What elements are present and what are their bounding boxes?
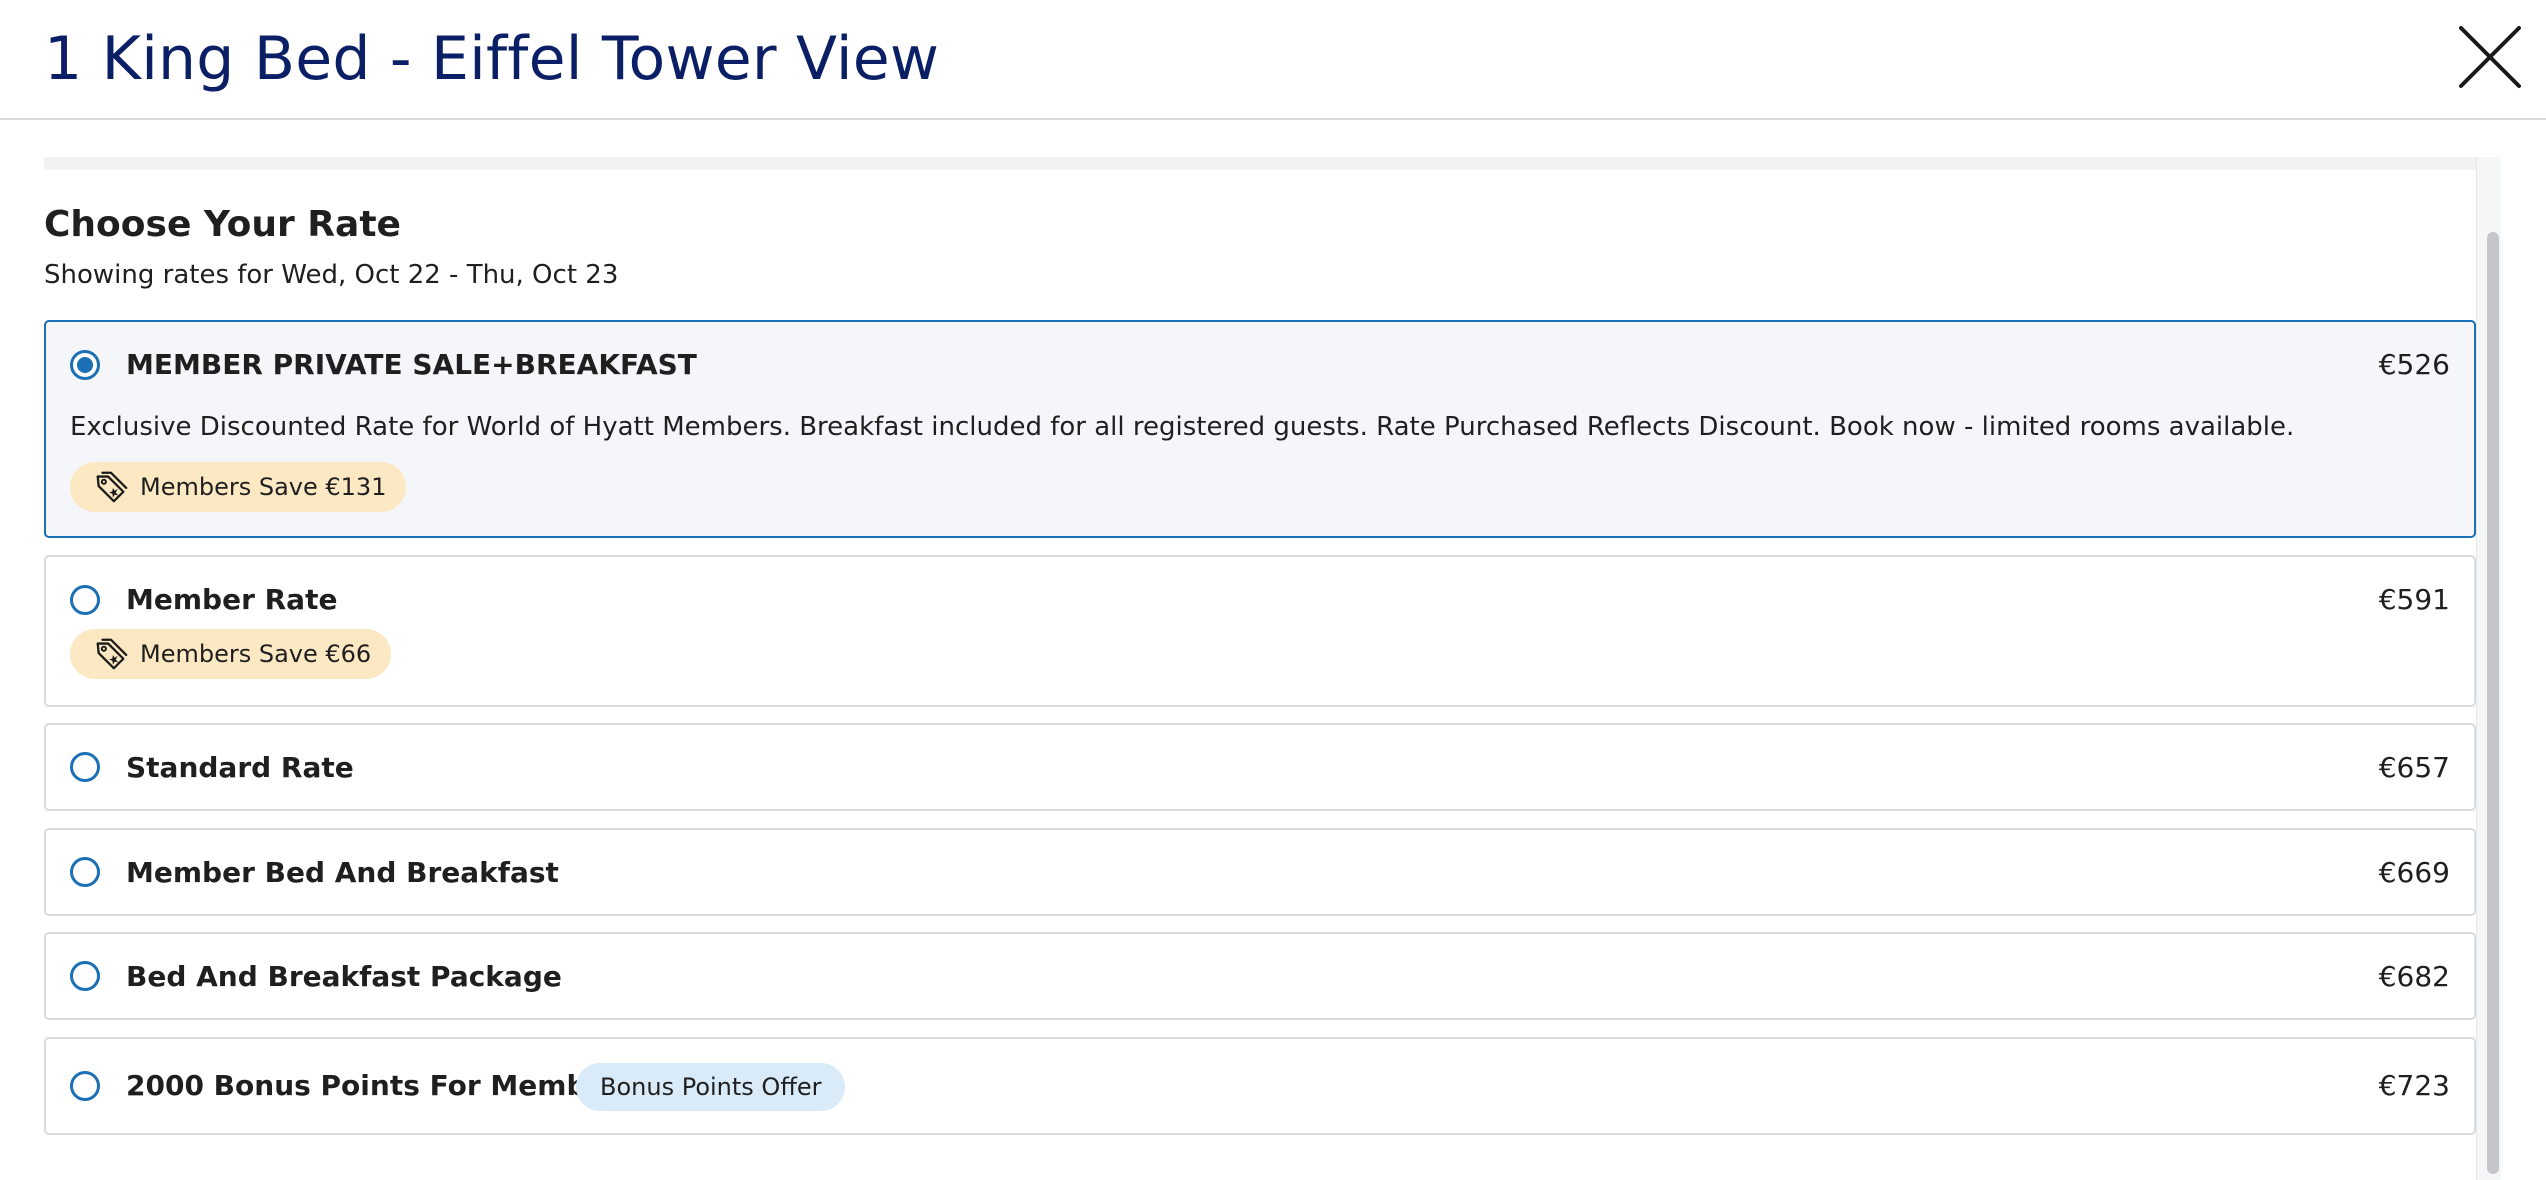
- members-save-badge: Members Save €131: [70, 462, 407, 512]
- rate-name: Bed And Breakfast Package: [126, 960, 562, 993]
- rate-name: Standard Rate: [126, 751, 354, 784]
- rate-name: Member Bed And Breakfast: [126, 856, 559, 889]
- rate-option-member-private-sale[interactable]: MEMBER PRIVATE SALE+BREAKFAST €526 Exclu…: [44, 320, 2476, 538]
- bonus-points-offer-badge: Bonus Points Offer: [576, 1063, 846, 1111]
- modal-header: 1 King Bed - Eiffel Tower View: [0, 0, 2546, 120]
- close-button[interactable]: [2455, 22, 2525, 92]
- price-tag-icon: [96, 638, 128, 670]
- rate-radio-selected[interactable]: [70, 350, 100, 380]
- rate-option-2000-bonus-points[interactable]: 2000 Bonus Points For Members Bonus Poin…: [44, 1037, 2476, 1135]
- rate-option-bed-and-breakfast-package[interactable]: Bed And Breakfast Package €682: [44, 932, 2476, 1020]
- rate-radio[interactable]: [70, 857, 100, 887]
- rate-price: €669: [2378, 856, 2450, 889]
- rate-radio[interactable]: [70, 585, 100, 615]
- rate-name: Member Rate: [126, 583, 338, 616]
- rate-price: €682: [2378, 960, 2450, 993]
- rate-price: €591: [2378, 583, 2450, 616]
- members-save-badge: Members Save €66: [70, 629, 392, 679]
- rate-description: Exclusive Discounted Rate for World of H…: [70, 412, 2295, 442]
- room-rate-modal: 1 King Bed - Eiffel Tower View Choose Yo…: [0, 0, 2546, 1180]
- rate-radio[interactable]: [70, 961, 100, 991]
- rate-name: 2000 Bonus Points For Members: [126, 1069, 636, 1102]
- rate-name: MEMBER PRIVATE SALE+BREAKFAST: [126, 348, 697, 381]
- rate-option-member-rate[interactable]: Member Rate €591 Members Save €66: [44, 555, 2476, 707]
- price-tag-icon: [96, 471, 128, 503]
- rate-radio[interactable]: [70, 1071, 100, 1101]
- rate-price: €723: [2378, 1069, 2450, 1102]
- modal-title: 1 King Bed - Eiffel Tower View: [44, 24, 940, 94]
- rate-price: €657: [2378, 751, 2450, 784]
- section-title: Choose Your Rate: [44, 204, 401, 245]
- date-range-text: Showing rates for Wed, Oct 22 - Thu, Oct…: [44, 260, 619, 290]
- members-save-text: Members Save €131: [140, 473, 387, 501]
- rate-option-standard-rate[interactable]: Standard Rate €657: [44, 723, 2476, 811]
- rate-radio[interactable]: [70, 752, 100, 782]
- rate-price: €526: [2378, 348, 2450, 381]
- rate-option-member-bed-and-breakfast[interactable]: Member Bed And Breakfast €669: [44, 828, 2476, 916]
- modal-content: Choose Your Rate Showing rates for Wed, …: [0, 120, 2546, 1180]
- scrollbar-thumb[interactable]: [2487, 232, 2499, 1174]
- members-save-text: Members Save €66: [140, 640, 372, 668]
- close-icon: [2459, 26, 2521, 88]
- content-divider-strip: [44, 157, 2478, 170]
